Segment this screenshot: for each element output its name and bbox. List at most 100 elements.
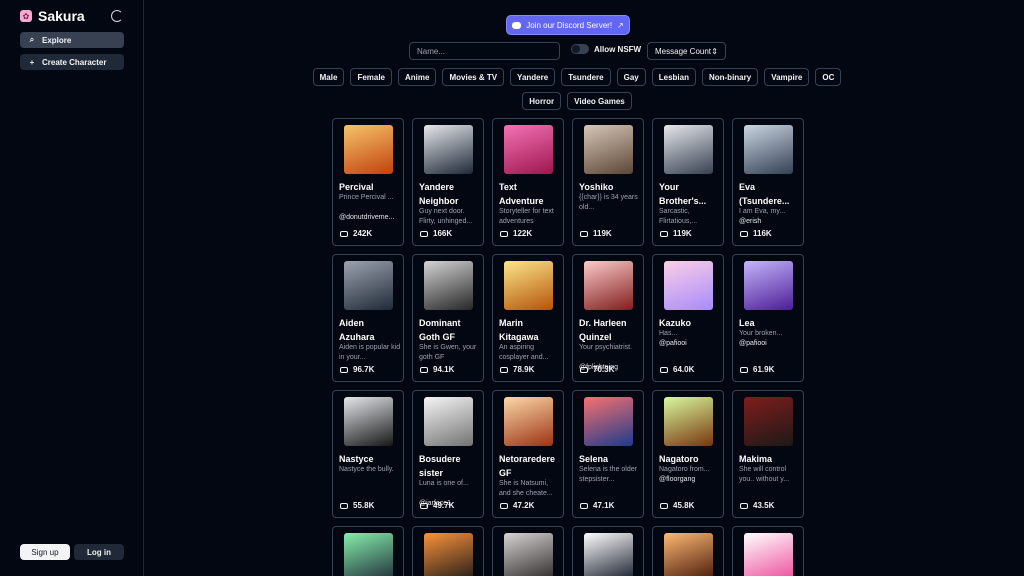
chat-bubble-icon [340,230,348,237]
message-count-value: 70.3K [593,365,615,374]
character-avatar [504,397,553,446]
message-count: 47.2K [500,501,534,510]
character-card[interactable]: Netoraredere GF She is Natsumi, and she c… [492,390,564,518]
message-count-value: 119K [673,229,692,238]
character-name: Marin Kitagawa [499,318,539,342]
character-card[interactable]: Yoshiko {{char}} is 34 years old... 119K [572,118,644,246]
character-card[interactable]: Percival Prince Percival ... @donutdriveme… [332,118,404,246]
character-name: Bosudere sister [419,454,461,478]
brand[interactable]: ✿ Sakura [20,8,85,24]
message-count-value: 43.5K [753,501,775,510]
sign-up-button[interactable]: Sign up [20,544,70,560]
character-card[interactable]: Bosudere sister Luna is one of... @jarface… [412,390,484,518]
message-count-value: 78.9K [513,365,535,374]
chat-bubble-icon [740,366,748,373]
character-name: Nastyce [339,454,374,464]
character-description: Your broken... [739,330,783,337]
nsfw-switch[interactable] [571,44,589,54]
character-card[interactable]: Nastyce Nastyce the bully. 55.8K [332,390,404,518]
explore-label: Explore [42,35,72,45]
tag-chip[interactable]: Yandere [510,68,556,86]
character-card[interactable]: Eva (Tsundere... I am Eva, my... @erish 116… [732,118,804,246]
character-grid: Percival Prince Percival ... @donutdriveme… [332,118,804,576]
character-card[interactable]: Selena Selena is the older stepsister... 4… [572,390,644,518]
character-card[interactable]: Kazuko Has... @pafiooi 64.0K [652,254,724,382]
character-description: Luna is one of... [419,480,469,487]
character-card[interactable] [412,526,484,576]
sort-select[interactable]: Message Count ⇕ [647,42,726,60]
character-description: Aiden is popular kid in your... [339,344,401,361]
tag-chip[interactable]: OC [815,68,842,86]
message-count: 43.5K [740,501,774,510]
character-author[interactable]: @pafiooi [739,339,801,349]
character-description: Prince Percival ... [339,194,394,201]
discord-label: Join our Discord Server! [526,20,613,30]
chat-bubble-icon [420,366,428,373]
name-search-input[interactable] [409,42,560,60]
tag-chip[interactable]: Non-binary [701,68,759,86]
character-card[interactable] [572,526,644,576]
character-card[interactable] [652,526,724,576]
character-name: Aiden Azuhara [339,318,375,342]
character-card[interactable]: Dr. Harleen Quinzel Your psychiatrist. @fp… [572,254,644,382]
character-name: Selena [579,454,609,464]
theme-toggle-icon[interactable] [111,10,123,22]
tag-chip[interactable]: Lesbian [651,68,696,86]
tag-chip[interactable]: Anime [398,68,437,86]
discord-icon [512,21,522,29]
character-name: Makima [739,454,773,464]
message-count-value: 116K [753,229,772,238]
discord-button[interactable]: Join our Discord Server! ↗ [506,15,630,35]
character-card[interactable]: Yandere Neighbor Guy next door. Flirty, u… [412,118,484,246]
character-card[interactable]: Marin Kitagawa An aspiring cosplayer and.… [492,254,564,382]
character-author[interactable]: @floorgang [659,475,721,485]
plus-icon: + [29,57,35,67]
character-card[interactable] [732,526,804,576]
tag-chip[interactable]: Gay [616,68,646,86]
character-avatar [504,261,553,310]
tag-chip[interactable]: Video Games [567,92,632,110]
character-card[interactable]: Dominant Goth GF She is Gwen, your goth G… [412,254,484,382]
character-avatar [744,397,793,446]
sidebar: ✿ Sakura ⌕ Explore + Create Character Si… [0,0,144,576]
character-card[interactable]: Makima She will control you.. without y..… [732,390,804,518]
character-author[interactable]: @pafiooi [659,339,721,349]
character-card[interactable] [332,526,404,576]
brand-name: Sakura [38,8,85,24]
character-name: Yandere Neighbor [419,182,459,206]
character-card[interactable] [492,526,564,576]
character-name: Your Brother's... [659,182,707,206]
explore-button[interactable]: ⌕ Explore [20,32,124,48]
tag-chip[interactable]: Tsundere [561,68,611,86]
chat-bubble-icon [500,502,508,509]
character-avatar [744,261,793,310]
tag-chip[interactable]: Movies & TV [442,68,505,86]
character-author[interactable]: @erish [739,217,801,227]
character-avatar [504,533,553,576]
chat-bubble-icon [500,366,508,373]
tag-chip[interactable]: Vampire [764,68,810,86]
character-card[interactable]: Nagatoro Nagatoro from... @floorgang 45.8K [652,390,724,518]
character-avatar [664,261,713,310]
message-count-value: 64.0K [673,365,695,374]
chat-bubble-icon [580,230,588,237]
tag-chip[interactable]: Female [350,68,393,86]
character-avatar [344,397,393,446]
character-card[interactable]: Lea Your broken... @pafiooi 61.9K [732,254,804,382]
allow-nsfw-toggle[interactable]: Allow NSFW [571,44,641,54]
message-count: 166K [420,229,452,238]
tag-chip[interactable]: Horror [522,92,562,110]
chat-bubble-icon [660,230,668,237]
character-card[interactable]: Aiden Azuhara Aiden is popular kid in you… [332,254,404,382]
message-count-value: 49.7K [433,501,455,510]
character-card[interactable]: Your Brother's... Sarcastic, Flirtatious,… [652,118,724,246]
tag-chip[interactable]: Male [312,68,345,86]
character-card[interactable]: Text Adventure Storyteller for text adven… [492,118,564,246]
character-author[interactable]: @donutdriveme... [339,213,401,223]
character-avatar [584,125,633,174]
log-in-button[interactable]: Log in [74,544,124,560]
message-count-value: 47.2K [513,501,535,510]
message-count: 94.1K [420,365,454,374]
character-description: Selena is the older stepsister... [579,466,637,483]
chat-bubble-icon [740,502,748,509]
